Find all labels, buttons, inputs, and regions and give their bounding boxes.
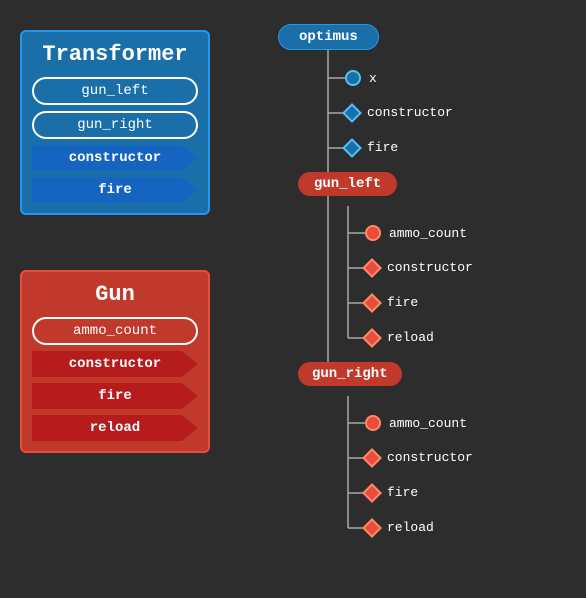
transformer-method-fire: fire (32, 177, 198, 203)
tree-label-constructor-t: constructor (367, 105, 453, 120)
tree-label-fire-right: fire (387, 485, 418, 500)
tree-item-ammo-left: ammo_count (365, 225, 467, 241)
tree-item-fire-t: fire (345, 140, 398, 155)
tree-label-fire-left: fire (387, 295, 418, 310)
node-diamond-fire-right (362, 483, 382, 503)
transformer-items: gun_left gun_right constructor fire (32, 77, 198, 203)
tree-label-x: x (369, 71, 377, 86)
tree-label-ammo-left: ammo_count (389, 226, 467, 241)
tree-label-fire-t: fire (367, 140, 398, 155)
node-circle-x (345, 70, 361, 86)
tree-item-constructor-left: constructor (365, 260, 473, 275)
node-circle-ammo-right (365, 415, 381, 431)
gun-title: Gun (32, 282, 198, 307)
tree-node-optimus: optimus (278, 24, 379, 50)
gun-items: ammo_count constructor fire reload (32, 317, 198, 441)
transformer-attr-gun-left: gun_left (32, 77, 198, 105)
transformer-method-constructor: constructor (32, 145, 198, 171)
tree-label-constructor-left: constructor (387, 260, 473, 275)
tree-item-reload-right: reload (365, 520, 434, 535)
tree-node-gun-right: gun_right (298, 362, 402, 386)
gun-attr-ammo-count: ammo_count (32, 317, 198, 345)
tree-item-constructor-right: constructor (365, 450, 473, 465)
node-diamond-constructor-right (362, 448, 382, 468)
node-diamond-constructor-t (342, 103, 362, 123)
tree-label-reload-right: reload (387, 520, 434, 535)
transformer-title: Transformer (32, 42, 198, 67)
node-diamond-constructor-left (362, 258, 382, 278)
tree-node-gun-left: gun_left (298, 172, 397, 196)
node-circle-ammo-left (365, 225, 381, 241)
gun-method-reload: reload (32, 415, 198, 441)
node-diamond-fire-left (362, 293, 382, 313)
tree-item-constructor-t: constructor (345, 105, 453, 120)
tree-item-ammo-right: ammo_count (365, 415, 467, 431)
tree-label-reload-left: reload (387, 330, 434, 345)
transformer-attr-gun-right: gun_right (32, 111, 198, 139)
node-diamond-reload-right (362, 518, 382, 538)
transformer-card: Transformer gun_left gun_right construct… (20, 30, 210, 215)
node-diamond-reload-left (362, 328, 382, 348)
node-diamond-fire-t (342, 138, 362, 158)
gun-method-fire: fire (32, 383, 198, 409)
gun-card: Gun ammo_count constructor fire reload (20, 270, 210, 453)
tree-label-ammo-right: ammo_count (389, 416, 467, 431)
tree-item-reload-left: reload (365, 330, 434, 345)
tree-label-constructor-right: constructor (387, 450, 473, 465)
tree-item-fire-right: fire (365, 485, 418, 500)
tree-item-fire-left: fire (365, 295, 418, 310)
gun-method-constructor: constructor (32, 351, 198, 377)
tree-item-x: x (345, 70, 377, 86)
